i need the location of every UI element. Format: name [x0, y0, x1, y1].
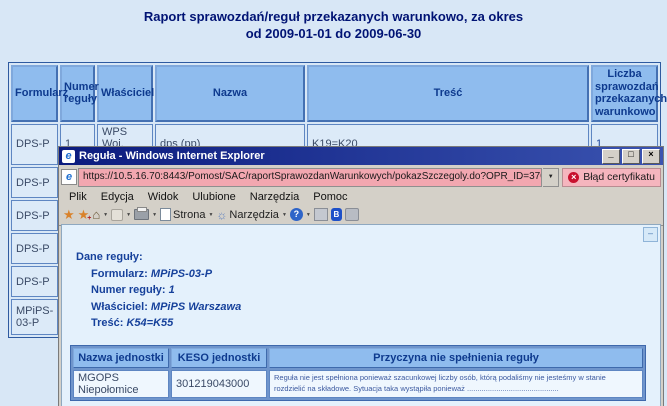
chevron-down-icon: ▼ — [208, 212, 213, 218]
address-input[interactable]: https://10.5.16.70:8443/Pomost/SAC/rapor… — [78, 168, 542, 187]
menu-ulubione[interactable]: Ulubione — [185, 191, 242, 203]
research-icon — [314, 208, 328, 221]
cell-formularz: DPS-P — [11, 266, 58, 297]
col-przyczyna: Przyczyna nie spełnienia reguły — [269, 348, 643, 368]
tools-menu-label: Narzędzia — [229, 209, 279, 221]
chevron-down-icon: ▼ — [306, 212, 311, 218]
maximize-button[interactable]: □ — [622, 149, 640, 164]
rss-feed-icon — [111, 209, 123, 221]
cell-formularz: DPS-P — [11, 200, 58, 231]
address-bar: e https://10.5.16.70:8443/Pomost/SAC/rap… — [59, 165, 663, 189]
field-wlasciciel: Właściciel: MPiPS Warszawa — [91, 299, 660, 316]
home-icon: ⌂ — [92, 209, 100, 221]
menu-edycja[interactable]: Edycja — [94, 191, 141, 203]
cell-keso-jednostki: 301219043000 — [171, 370, 267, 398]
page-title-line2: od 2009-01-01 do 2009-06-30 — [0, 26, 667, 43]
col-formularz: Formularz — [11, 65, 58, 122]
gear-icon: ☼ — [216, 209, 227, 221]
page-title: Raport sprawozdań/reguł przekazanych war… — [0, 9, 667, 43]
bluetooth-button[interactable]: B — [331, 208, 342, 221]
field-numer-reguly: Numer reguły: 1 — [91, 282, 660, 299]
col-keso-jednostki: KESO jednostki — [171, 348, 267, 368]
menu-bar: Plik Edycja Widok Ulubione Narzędzia Pom… — [59, 189, 663, 204]
report-header-row: Formularz Numer reguły Właściciel Nazwa … — [11, 65, 658, 122]
tools-menu-button[interactable]: ☼ Narzędzia ▼ — [216, 209, 286, 221]
minimize-button[interactable]: _ — [602, 149, 620, 164]
plus-icon: + — [87, 215, 91, 222]
field-formularz: Formularz: MPiPS-03-P — [91, 266, 660, 283]
popup-window: e Reguła - Windows Internet Explorer _ □… — [58, 146, 664, 406]
cell-nazwa-jednostki: MGOPS Niepołomice — [73, 370, 169, 398]
chevron-down-icon: ▼ — [282, 212, 287, 218]
send-button[interactable] — [345, 208, 359, 221]
scroll-up-button[interactable]: – — [643, 227, 658, 242]
col-wlasciciel: Właściciel — [97, 65, 153, 122]
menu-plik[interactable]: Plik — [62, 191, 94, 203]
col-tresc: Treść — [307, 65, 589, 122]
chevron-down-icon: ▼ — [126, 212, 131, 218]
close-button[interactable]: × — [642, 149, 660, 164]
add-favorite-button[interactable]: ★ + — [78, 208, 90, 221]
units-row: MGOPS Niepołomice 301219043000 Reguła ni… — [73, 370, 643, 398]
popup-content: – Dane reguły: Formularz: MPiPS-03-P Num… — [61, 224, 661, 406]
print-button[interactable]: ▼ — [134, 209, 157, 220]
certificate-error-button[interactable]: × Błąd certyfikatu — [562, 168, 661, 187]
page-menu-button[interactable]: Strona ▼ — [160, 208, 213, 221]
rule-details: Dane reguły: Formularz: MPiPS-03-P Numer… — [76, 249, 660, 332]
address-dropdown-button[interactable]: ▼ — [543, 168, 559, 187]
menu-narzedzia[interactable]: Narzędzia — [243, 191, 307, 203]
cell-formularz: DPS-P — [11, 124, 58, 166]
favorites-star-icon: ★ — [63, 208, 75, 221]
home-button[interactable]: ⌂ ▼ — [92, 209, 108, 221]
screen: Raport sprawozdań/reguł przekazanych war… — [0, 0, 667, 406]
page-icon — [160, 208, 171, 221]
page-title-line1: Raport sprawozdań/reguł przekazanych war… — [0, 9, 667, 26]
field-tresc: Treść: K54=K55 — [91, 315, 660, 332]
popup-title: Reguła - Windows Internet Explorer — [79, 150, 265, 162]
feeds-button[interactable]: ▼ — [111, 209, 131, 221]
cell-przyczyna: Reguła nie jest spełniona ponieważ szacu… — [269, 370, 643, 398]
col-numer-reguly: Numer reguły — [60, 65, 95, 122]
toolbar: ★ ★ + ⌂ ▼ ▼ ▼ Strona ▼ — [59, 204, 663, 226]
ie-icon: e — [62, 150, 75, 163]
col-nazwa: Nazwa — [155, 65, 305, 122]
chevron-down-icon: ▼ — [103, 212, 108, 218]
help-button[interactable]: ? ▼ — [290, 208, 311, 221]
favorites-button[interactable]: ★ — [63, 208, 75, 221]
col-nazwa-jednostki: Nazwa jednostki — [73, 348, 169, 368]
send-icon — [345, 208, 359, 221]
cell-formularz: DPS-P — [11, 233, 58, 264]
cell-formularz: DPS-P — [11, 167, 58, 198]
bluetooth-icon: B — [331, 208, 342, 221]
units-header-row: Nazwa jednostki KESO jednostki Przyczyna… — [73, 348, 643, 368]
menu-widok[interactable]: Widok — [141, 191, 186, 203]
col-liczba: Liczba sprawozdań przekazanych warunkowo — [591, 65, 658, 122]
units-table: Nazwa jednostki KESO jednostki Przyczyna… — [70, 345, 646, 401]
certificate-error-label: Błąd certyfikatu — [583, 171, 655, 183]
research-button[interactable] — [314, 208, 328, 221]
cell-formularz: MPiPS-03-P — [11, 299, 58, 335]
menu-pomoc[interactable]: Pomoc — [306, 191, 354, 203]
chevron-down-icon: ▼ — [152, 212, 157, 218]
certificate-error-icon: × — [568, 172, 579, 183]
rule-details-heading: Dane reguły: — [76, 249, 660, 266]
page-favicon-icon: e — [61, 169, 77, 185]
page-menu-label: Strona — [173, 209, 205, 221]
printer-icon — [134, 209, 149, 220]
help-icon: ? — [290, 208, 303, 221]
popup-titlebar[interactable]: e Reguła - Windows Internet Explorer _ □… — [59, 147, 663, 165]
